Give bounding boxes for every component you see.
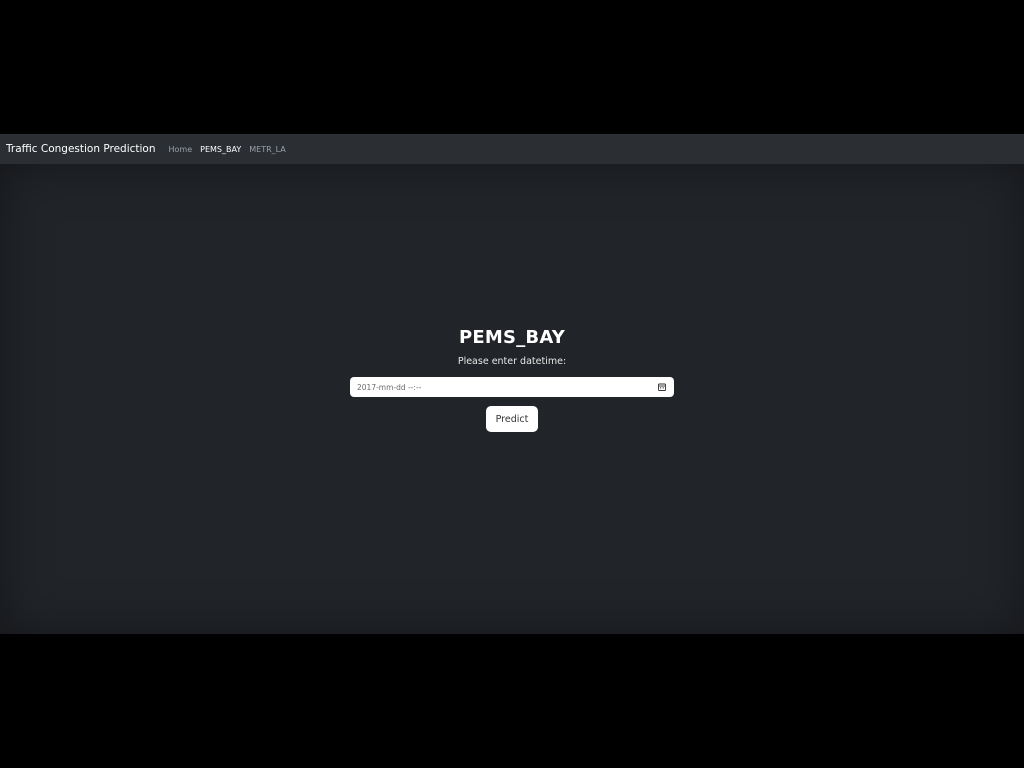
page-title: PEMS_BAY	[459, 327, 565, 348]
calendar-icon[interactable]	[658, 383, 666, 391]
navbar: Traffic Congestion Prediction Home PEMS_…	[0, 134, 1024, 164]
browser-viewport: Traffic Congestion Prediction Home PEMS_…	[0, 134, 1024, 634]
prediction-form: PEMS_BAY Please enter datetime: Predict	[0, 324, 1024, 432]
datetime-input[interactable]	[350, 377, 650, 397]
datetime-input-container	[350, 377, 674, 397]
nav-link-pems-bay[interactable]: PEMS_BAY	[200, 145, 241, 154]
navbar-brand[interactable]: Traffic Congestion Prediction	[6, 143, 156, 155]
nav-link-metr-la[interactable]: METR_LA	[249, 145, 286, 154]
datetime-prompt-label: Please enter datetime:	[457, 356, 567, 367]
nav-link-home[interactable]: Home	[169, 145, 193, 154]
predict-button[interactable]: Predict	[486, 406, 538, 432]
nav-links: Home PEMS_BAY METR_LA	[164, 145, 289, 154]
